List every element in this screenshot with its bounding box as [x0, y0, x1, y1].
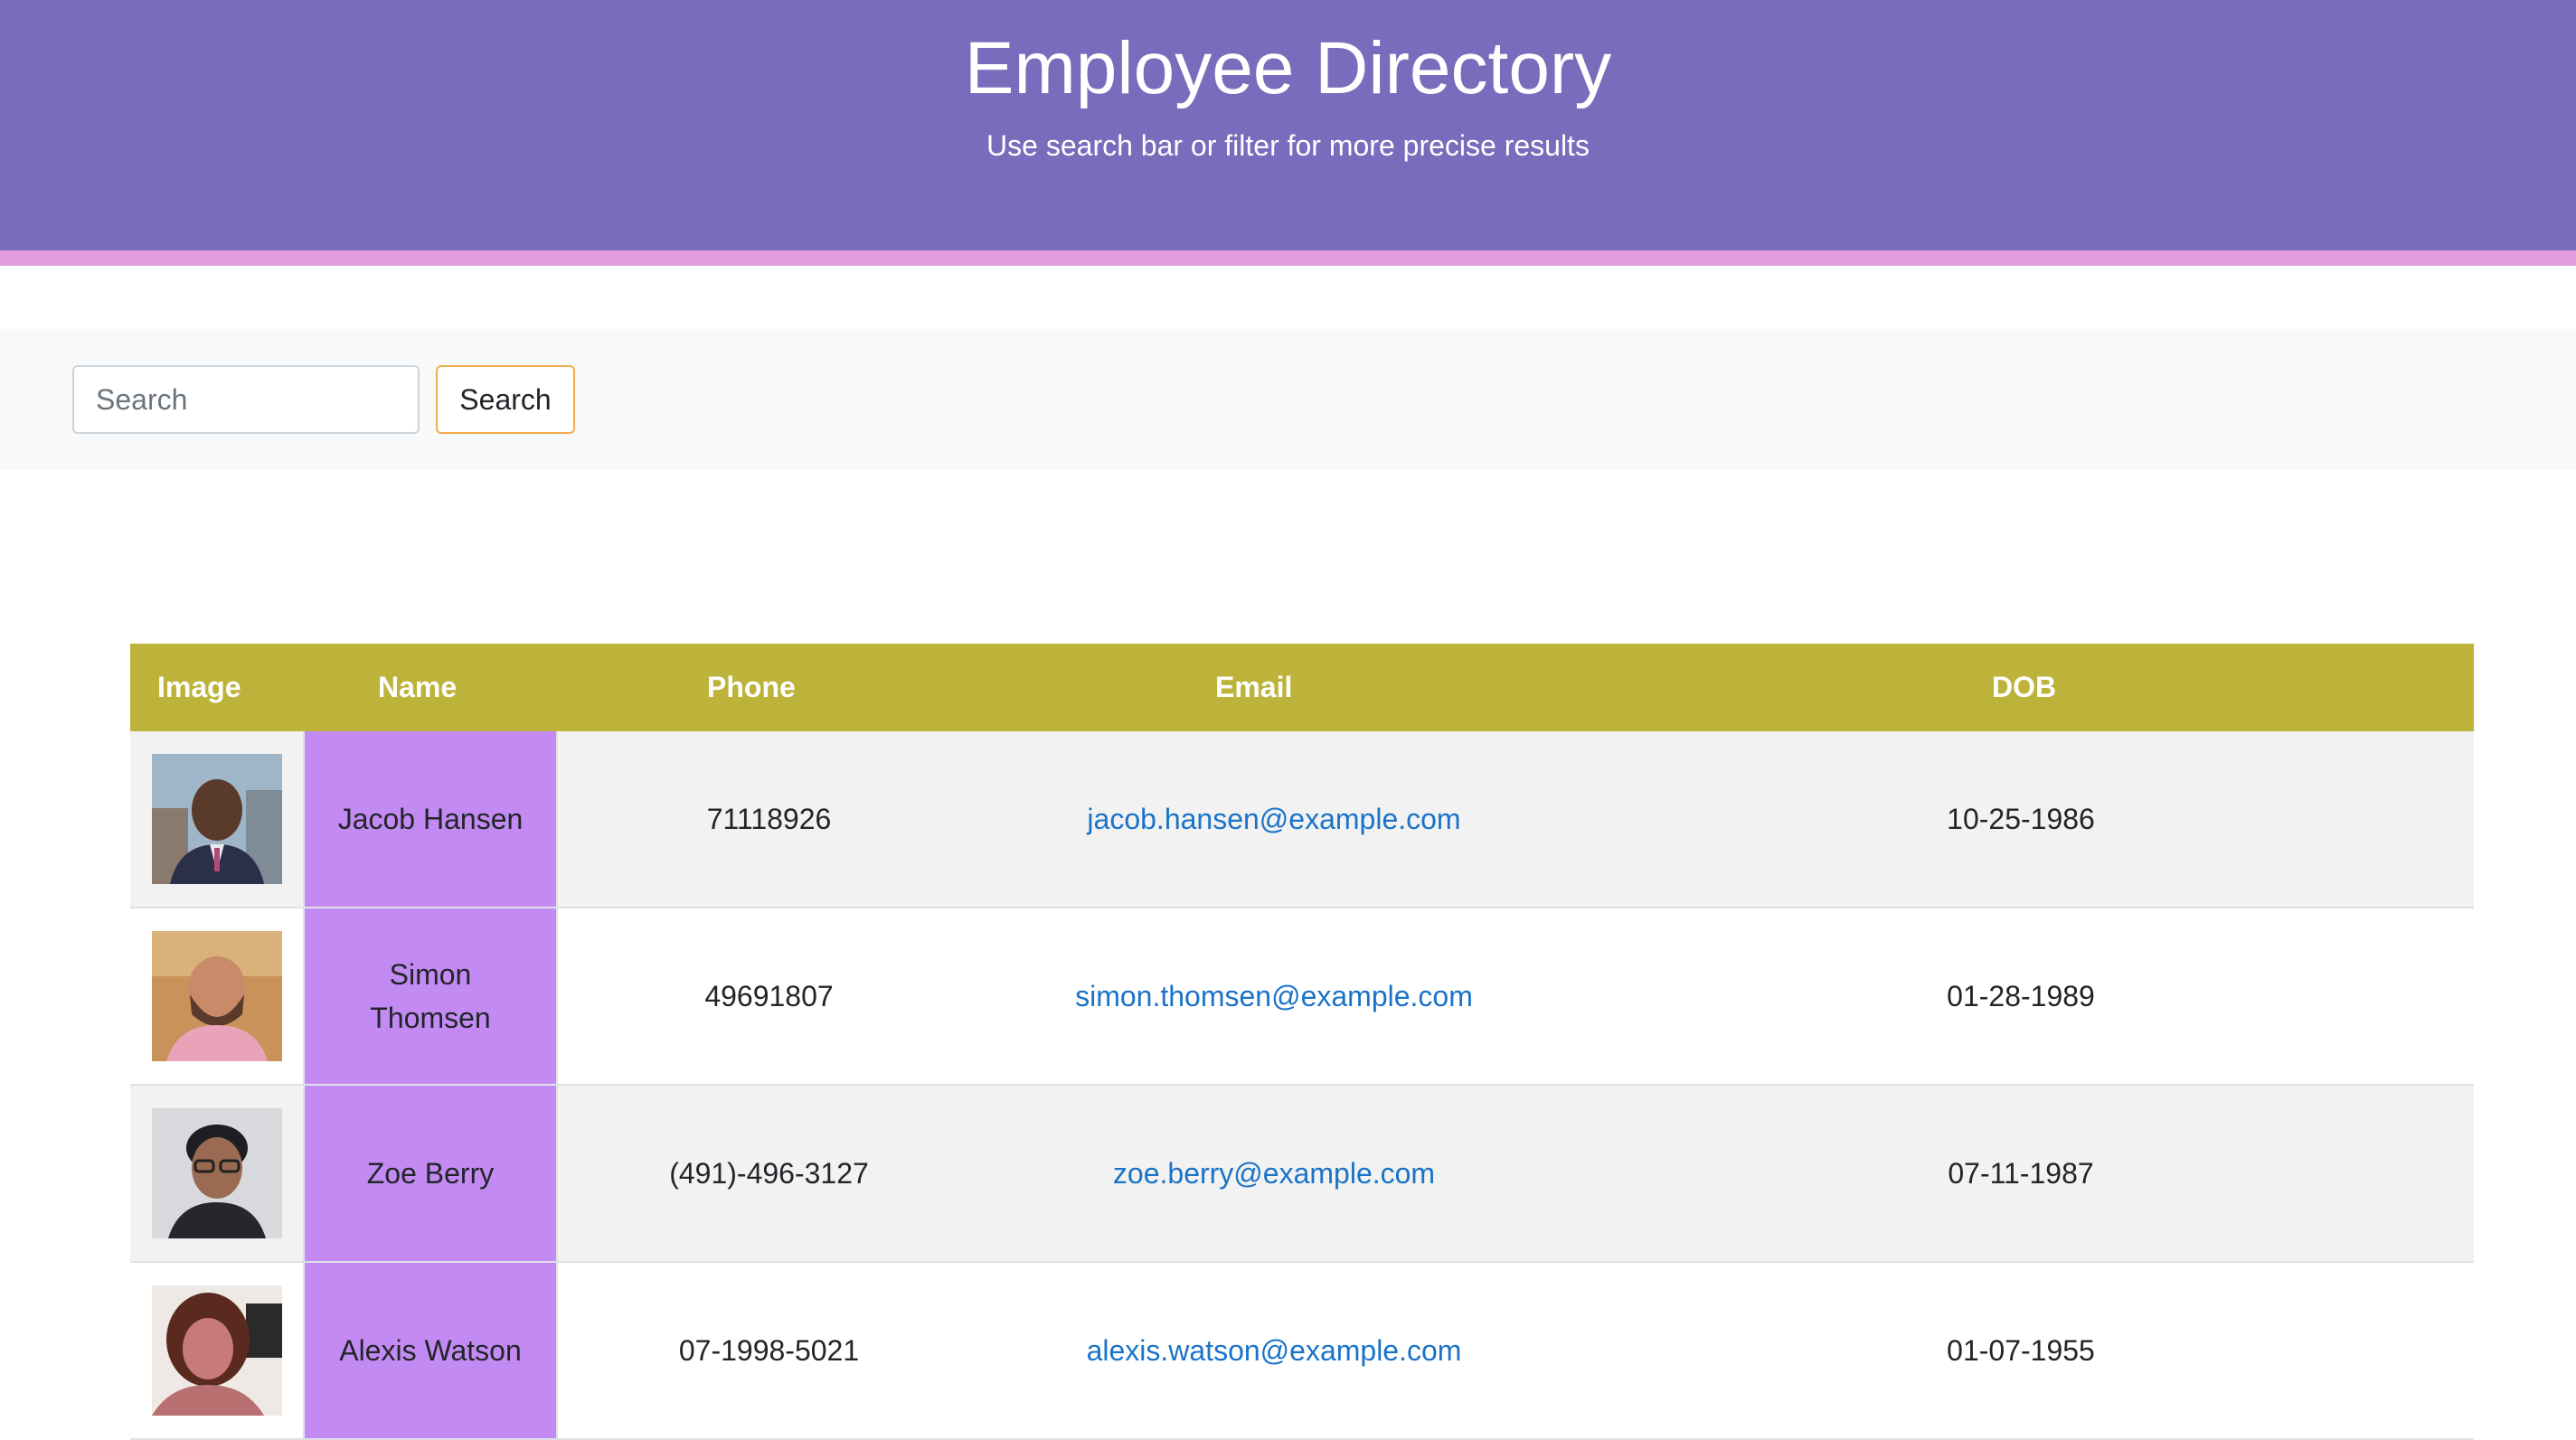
- table-row: Zoe Berry (491)-496-3127 zoe.berry@examp…: [130, 1085, 2474, 1263]
- employee-photo: [151, 1285, 282, 1416]
- email-cell: alexis.watson@example.com: [980, 1262, 1568, 1440]
- employee-photo: [151, 754, 282, 884]
- image-cell: [130, 1262, 304, 1440]
- column-header-name[interactable]: Name: [304, 644, 557, 731]
- employee-phone: 49691807: [557, 908, 980, 1086]
- employee-email-link[interactable]: jacob.hansen@example.com: [1087, 803, 1460, 835]
- employee-photo: [151, 931, 282, 1061]
- employee-dob: 07-11-1987: [1568, 1085, 2474, 1263]
- column-header-image[interactable]: Image: [130, 644, 304, 731]
- image-cell: [130, 1085, 304, 1263]
- accent-divider: [0, 250, 2576, 266]
- column-header-dob[interactable]: DOB: [1568, 644, 2474, 731]
- table-row: Jacob Hansen 71118926 jacob.hansen@examp…: [130, 731, 2474, 908]
- employee-email-link[interactable]: zoe.berry@example.com: [1113, 1157, 1435, 1190]
- employee-name: Simon Thomsen: [303, 908, 558, 1086]
- search-button[interactable]: Search: [436, 365, 575, 434]
- email-cell: zoe.berry@example.com: [980, 1085, 1568, 1263]
- employee-photo: [151, 1108, 282, 1238]
- employee-name: Alexis Watson: [303, 1262, 558, 1440]
- email-cell: simon.thomsen@example.com: [980, 908, 1568, 1086]
- employee-dob: 10-25-1986: [1568, 731, 2474, 908]
- employee-email-link[interactable]: simon.thomsen@example.com: [1075, 980, 1473, 1012]
- employee-email-link[interactable]: alexis.watson@example.com: [1087, 1334, 1462, 1367]
- employee-dob: 01-28-1989: [1568, 908, 2474, 1086]
- search-bar: Search: [0, 329, 2576, 470]
- employee-name: Zoe Berry: [303, 1085, 558, 1263]
- page-header: Employee Directory Use search bar or fil…: [0, 0, 2576, 250]
- employee-phone: 07-1998-5021: [557, 1262, 980, 1440]
- email-cell: jacob.hansen@example.com: [980, 731, 1568, 908]
- table-row: Simon Thomsen 49691807 simon.thomsen@exa…: [130, 908, 2474, 1086]
- employee-phone: (491)-496-3127: [557, 1085, 980, 1263]
- table-header-row: Image Name Phone Email DOB: [130, 644, 2474, 731]
- page-title: Employee Directory: [964, 27, 1612, 109]
- search-input[interactable]: [72, 365, 420, 434]
- column-header-email[interactable]: Email: [980, 644, 1568, 731]
- image-cell: [130, 908, 304, 1086]
- employee-dob: 01-07-1955: [1568, 1262, 2474, 1440]
- image-cell: [130, 731, 304, 908]
- page-subtitle: Use search bar or filter for more precis…: [986, 129, 1590, 162]
- employee-phone: 71118926: [557, 731, 980, 908]
- table-row: Alexis Watson 07-1998-5021 alexis.watson…: [130, 1262, 2474, 1440]
- column-header-phone[interactable]: Phone: [557, 644, 980, 731]
- employee-table: Image Name Phone Email DOB Jacob Hansen: [130, 644, 2474, 1440]
- employee-name: Jacob Hansen: [303, 731, 558, 908]
